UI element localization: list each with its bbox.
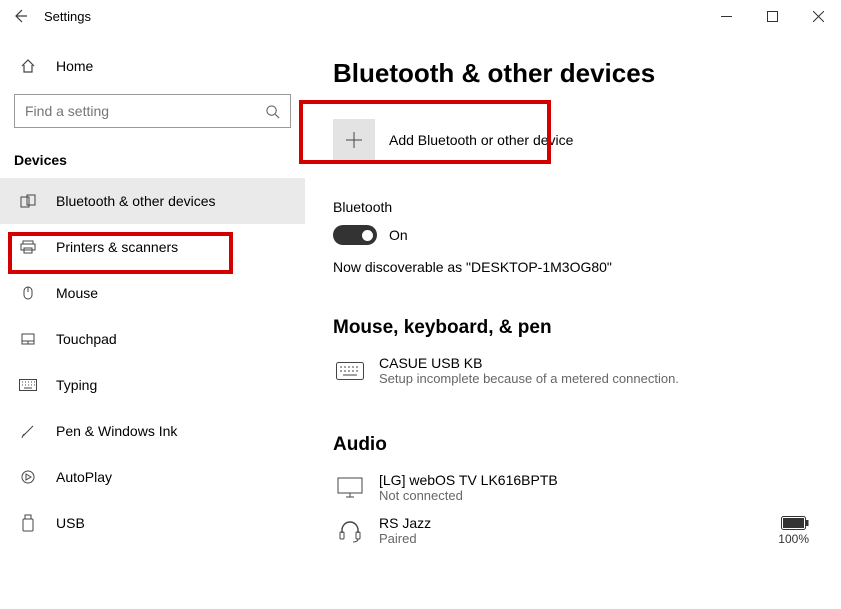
device-row[interactable]: [LG] webOS TV LK616BPTB Not connected — [333, 466, 813, 509]
sidebar-item-label: Touchpad — [56, 331, 117, 347]
monitor-icon — [333, 477, 367, 499]
sidebar-item-label: Printers & scanners — [56, 239, 178, 255]
toggle-knob — [362, 230, 373, 241]
plus-icon — [333, 119, 375, 161]
bluetooth-toggle-state: On — [389, 227, 408, 243]
minimize-icon — [721, 11, 732, 22]
section-mouse-keyboard-pen: Mouse, keyboard, & pen — [333, 317, 813, 339]
bluetooth-devices-icon — [18, 193, 38, 210]
device-battery: 100% — [778, 516, 809, 546]
battery-icon — [781, 516, 809, 530]
keyboard-icon — [18, 379, 38, 391]
autoplay-icon — [18, 469, 38, 485]
device-status: Paired — [379, 531, 431, 546]
sidebar-group-title: Devices — [0, 138, 305, 178]
device-row[interactable]: CASUE USB KB Setup incomplete because of… — [333, 349, 813, 392]
sidebar-item-label: Bluetooth & other devices — [56, 193, 216, 209]
sidebar-item-label: Mouse — [56, 285, 98, 301]
bluetooth-toggle[interactable] — [333, 225, 377, 245]
touchpad-icon — [18, 331, 38, 347]
device-status: Setup incomplete because of a metered co… — [379, 371, 679, 386]
sidebar-item-printers[interactable]: Printers & scanners — [0, 224, 305, 270]
usb-icon — [18, 514, 38, 532]
sidebar-item-label: Typing — [56, 377, 97, 393]
arrow-left-icon — [12, 8, 28, 24]
back-button[interactable] — [0, 8, 40, 24]
page-title: Bluetooth & other devices — [333, 58, 813, 89]
maximize-button[interactable] — [749, 0, 795, 32]
sidebar-item-mouse[interactable]: Mouse — [0, 270, 305, 316]
sidebar-item-bluetooth[interactable]: Bluetooth & other devices — [0, 178, 305, 224]
sidebar-item-pen[interactable]: Pen & Windows Ink — [0, 408, 305, 454]
close-button[interactable] — [795, 0, 841, 32]
sidebar-item-typing[interactable]: Typing — [0, 362, 305, 408]
pen-icon — [18, 423, 38, 439]
sidebar-item-label: USB — [56, 515, 85, 531]
mouse-icon — [18, 285, 38, 301]
maximize-icon — [767, 11, 778, 22]
add-device-label: Add Bluetooth or other device — [389, 132, 573, 148]
add-device-button[interactable]: Add Bluetooth or other device — [333, 117, 583, 163]
sidebar-item-label: Pen & Windows Ink — [56, 423, 177, 439]
main-content: Bluetooth & other devices Add Bluetooth … — [305, 32, 841, 609]
home-icon — [18, 58, 38, 74]
search-input[interactable] — [25, 103, 265, 119]
sidebar-item-usb[interactable]: USB — [0, 500, 305, 546]
minimize-button[interactable] — [703, 0, 749, 32]
device-name: CASUE USB KB — [379, 355, 679, 371]
headset-icon — [333, 519, 367, 543]
search-icon — [265, 104, 280, 119]
section-audio: Audio — [333, 434, 813, 456]
discoverable-text: Now discoverable as "DESKTOP-1M3OG80" — [333, 259, 813, 275]
device-name: RS Jazz — [379, 515, 431, 531]
keyboard-icon — [333, 362, 367, 380]
device-row[interactable]: RS Jazz Paired 100% — [333, 509, 813, 552]
sidebar: Home Devices Bluetooth & other devices — [0, 32, 305, 609]
sidebar-home[interactable]: Home — [0, 46, 305, 86]
search-box[interactable] — [14, 94, 291, 128]
device-name: [LG] webOS TV LK616BPTB — [379, 472, 558, 488]
sidebar-item-label: AutoPlay — [56, 469, 112, 485]
window-title: Settings — [44, 9, 91, 24]
titlebar: Settings — [0, 0, 841, 32]
sidebar-home-label: Home — [56, 58, 93, 74]
sidebar-nav: Bluetooth & other devices Printers & sca… — [0, 178, 305, 546]
printer-icon — [18, 239, 38, 255]
battery-percent: 100% — [778, 532, 809, 546]
sidebar-item-autoplay[interactable]: AutoPlay — [0, 454, 305, 500]
close-icon — [813, 11, 824, 22]
device-status: Not connected — [379, 488, 558, 503]
sidebar-item-touchpad[interactable]: Touchpad — [0, 316, 305, 362]
bluetooth-label: Bluetooth — [333, 199, 813, 215]
